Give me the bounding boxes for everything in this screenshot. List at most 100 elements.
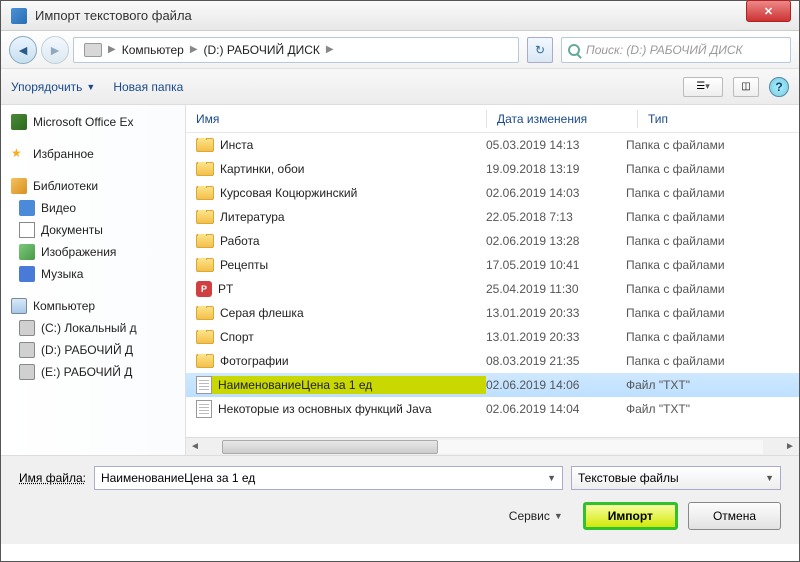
tree-drive-d[interactable]: (D:) РАБОЧИЙ Д: [1, 339, 185, 361]
file-date: 25.04.2019 11:30: [486, 282, 626, 296]
file-type: Папка с файлами: [626, 186, 799, 200]
h-scrollbar[interactable]: ◄ ►: [186, 437, 799, 455]
file-date: 13.01.2019 20:33: [486, 330, 626, 344]
drive-icon: [19, 342, 35, 358]
dialog-title: Импорт текстового файла: [35, 8, 799, 23]
file-date: 02.06.2019 14:03: [486, 186, 626, 200]
file-row[interactable]: Курсовая Коцюржинский 02.06.2019 14:03Пап…: [186, 181, 799, 205]
txt-icon: [196, 376, 212, 394]
file-date: 17.05.2019 10:41: [486, 258, 626, 272]
file-type: Папка с файлами: [626, 210, 799, 224]
scroll-right-icon[interactable]: ►: [781, 438, 799, 456]
folder-icon: [196, 306, 214, 320]
cancel-button[interactable]: Отмена: [688, 502, 781, 530]
file-name: Работа: [220, 234, 260, 248]
close-button[interactable]: ✕: [746, 0, 791, 22]
chevron-right-icon: ▶: [190, 44, 198, 55]
back-button[interactable]: ◄: [9, 36, 37, 64]
service-menu[interactable]: Сервис▼: [509, 509, 563, 523]
scroll-thumb[interactable]: [222, 440, 438, 454]
file-date: 05.03.2019 14:13: [486, 138, 626, 152]
computer-icon: [11, 298, 27, 314]
file-name: Спорт: [220, 330, 254, 344]
forward-button[interactable]: ►: [41, 36, 69, 64]
tree-video[interactable]: Видео: [1, 197, 185, 219]
tree-documents[interactable]: Документы: [1, 219, 185, 241]
tree-music[interactable]: Музыка: [1, 263, 185, 285]
chevron-right-icon: ▶: [108, 44, 116, 55]
import-dialog: Импорт текстового файла ✕ ◄ ► ▶ Компьюте…: [0, 0, 800, 562]
video-icon: [19, 200, 35, 216]
filename-label: Имя файла:: [19, 471, 86, 485]
file-row[interactable]: Фотографии08.03.2019 21:35Папка с файлам…: [186, 349, 799, 373]
file-row[interactable]: Картинки, обои19.09.2018 13:19Папка с фа…: [186, 157, 799, 181]
folder-icon: [196, 234, 214, 248]
file-date: 02.06.2019 13:28: [486, 234, 626, 248]
chevron-down-icon: ▼: [86, 82, 95, 92]
file-row[interactable]: Работа02.06.2019 13:28Папка с файлами: [186, 229, 799, 253]
col-type-header[interactable]: Тип: [648, 112, 799, 126]
tree-pictures[interactable]: Изображения: [1, 241, 185, 263]
file-row[interactable]: Рецепты17.05.2019 10:41Папка с файлами: [186, 253, 799, 277]
column-headers: Имя Дата изменения Тип: [186, 105, 799, 133]
breadcrumb[interactable]: ▶ Компьютер ▶ (D:) РАБОЧИЙ ДИСК ▶: [73, 37, 519, 63]
file-row[interactable]: НаименованиеЦена за 1 ед02.06.2019 14:06…: [186, 373, 799, 397]
file-date: 02.06.2019 14:04: [486, 402, 626, 416]
tree-drive-e[interactable]: (E:) РАБОЧИЙ Д: [1, 361, 185, 383]
search-input[interactable]: Поиск: (D:) РАБОЧИЙ ДИСК: [561, 37, 791, 63]
file-row[interactable]: PPT25.04.2019 11:30Папка с файлами: [186, 277, 799, 301]
tree-drive-c[interactable]: (C:) Локальный д: [1, 317, 185, 339]
file-row[interactable]: Спорт13.01.2019 20:33Папка с файлами: [186, 325, 799, 349]
col-name-header[interactable]: Имя: [196, 112, 486, 126]
breadcrumb-drive-d[interactable]: (D:) РАБОЧИЙ ДИСК: [198, 43, 326, 57]
tree-excel[interactable]: Microsoft Office Ex: [1, 111, 185, 133]
organize-menu[interactable]: Упорядочить▼: [11, 80, 95, 94]
file-type: Файл "TXT": [626, 402, 799, 416]
file-type: Папка с файлами: [626, 258, 799, 272]
filename-input[interactable]: НаименованиеЦена за 1 ед ▼: [94, 466, 563, 490]
toolbar: Упорядочить▼ Новая папка ☰ ▾ ◫ ?: [1, 69, 799, 105]
breadcrumb-computer[interactable]: Компьютер: [116, 43, 190, 57]
file-name: Инста: [220, 138, 253, 152]
search-placeholder: Поиск: (D:) РАБОЧИЙ ДИСК: [586, 43, 784, 57]
tree-libraries[interactable]: Библиотеки: [1, 175, 185, 197]
chevron-down-icon: ▼: [765, 473, 774, 483]
chevron-down-icon: ▼: [554, 511, 563, 521]
import-button[interactable]: Импорт: [583, 502, 678, 530]
col-date-header[interactable]: Дата изменения: [497, 112, 637, 126]
file-row[interactable]: Инста 05.03.2019 14:13Папка с файлами: [186, 133, 799, 157]
file-type: Папка с файлами: [626, 138, 799, 152]
file-area: Имя Дата изменения Тип Инста 05.03.2019 1…: [186, 105, 799, 455]
filename-value: НаименованиеЦена за 1 ед: [101, 471, 255, 485]
preview-pane-button[interactable]: ◫: [733, 77, 759, 97]
file-list: Инста05.03.2019 14:13Папка с файламиКарт…: [186, 133, 799, 437]
file-row[interactable]: Некоторые из основных функций Java02.06.…: [186, 397, 799, 421]
tree-computer[interactable]: Компьютер: [1, 295, 185, 317]
view-mode-button[interactable]: ☰ ▾: [683, 77, 723, 97]
file-filter-select[interactable]: Текстовые файлы ▼: [571, 466, 781, 490]
file-name: НаименованиеЦена за 1 ед: [218, 378, 372, 392]
new-folder-button[interactable]: Новая папка: [113, 80, 183, 94]
folder-icon: [196, 186, 214, 200]
scroll-left-icon[interactable]: ◄: [186, 438, 204, 456]
drive-icon: [84, 43, 102, 57]
help-button[interactable]: ?: [769, 77, 789, 97]
file-name: Фотографии: [220, 354, 289, 368]
star-icon: ★: [11, 146, 27, 162]
file-date: 08.03.2019 21:35: [486, 354, 626, 368]
drive-icon: [19, 364, 35, 380]
file-name: Курсовая Коцюржинский: [220, 186, 357, 200]
excel-icon: [11, 114, 27, 130]
tree-favorites[interactable]: ★Избранное: [1, 143, 185, 165]
app-icon: [11, 8, 27, 24]
file-type: Файл "TXT": [626, 378, 799, 392]
refresh-button[interactable]: ↻: [527, 37, 553, 63]
folder-icon: [196, 210, 214, 224]
folder-icon: [196, 354, 214, 368]
file-row[interactable]: Литература22.05.2018 7:13Папка с файлами: [186, 205, 799, 229]
file-row[interactable]: Серая флешка13.01.2019 20:33Папка с файл…: [186, 301, 799, 325]
chevron-right-icon: ▶: [326, 44, 334, 55]
txt-icon: [196, 400, 212, 418]
search-icon: [568, 44, 580, 56]
file-date: 13.01.2019 20:33: [486, 306, 626, 320]
